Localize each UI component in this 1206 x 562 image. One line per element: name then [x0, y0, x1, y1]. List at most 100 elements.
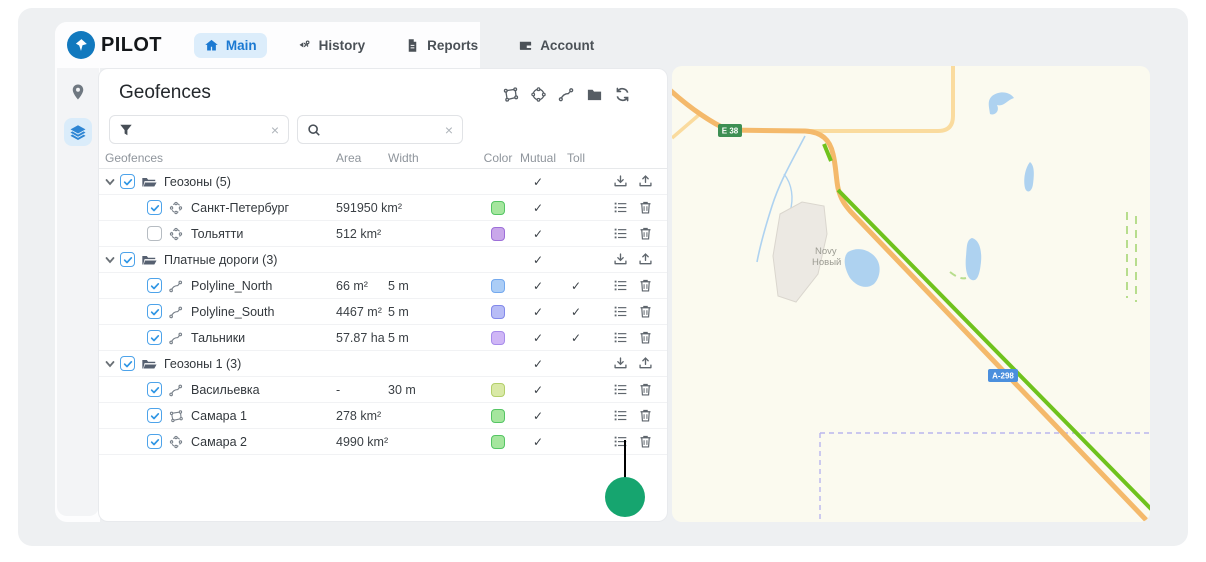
trash-icon[interactable]	[638, 330, 653, 345]
table-row[interactable]: Геозоны (5) ✓	[99, 169, 667, 195]
color-cell	[478, 382, 518, 397]
search-input[interactable]	[321, 122, 445, 137]
row-checkbox[interactable]	[120, 252, 135, 267]
annotation-pointer-line	[624, 440, 626, 478]
row-checkbox[interactable]	[120, 174, 135, 189]
column-header-color: Color	[483, 150, 513, 165]
table-row[interactable]: Платные дороги (3) ✓	[99, 247, 667, 273]
download-icon[interactable]	[613, 252, 628, 267]
row-checkbox[interactable]	[147, 278, 162, 293]
chevron-down-icon[interactable]	[104, 254, 116, 266]
mutual-check: ✓	[532, 330, 544, 345]
color-swatch[interactable]	[491, 304, 505, 319]
details-list-icon[interactable]	[613, 278, 628, 293]
details-list-icon[interactable]	[613, 200, 628, 215]
vegetation-dash-3	[949, 271, 967, 280]
sidebar-item-layers[interactable]	[64, 118, 92, 146]
filter-input[interactable]	[133, 122, 271, 137]
table-row[interactable]: Самара 2 4990 km² ✓	[99, 429, 667, 455]
geofence-label: Тальники	[191, 330, 246, 345]
chevron-down-icon[interactable]	[104, 176, 116, 188]
color-swatch[interactable]	[491, 278, 505, 293]
trash-icon[interactable]	[638, 200, 653, 215]
filter-clear-icon[interactable]: ×	[271, 123, 279, 137]
upload-icon[interactable]	[638, 174, 653, 189]
geofence-table-rows: Геозоны (5) ✓ Санкт-Петербург 591950 km² ✓ То…	[99, 169, 667, 455]
color-swatch[interactable]	[491, 226, 505, 241]
details-list-icon[interactable]	[613, 304, 628, 319]
color-swatch[interactable]	[491, 330, 505, 345]
details-list-icon[interactable]	[613, 408, 628, 423]
color-swatch[interactable]	[491, 408, 505, 423]
details-list-icon[interactable]	[613, 330, 628, 345]
table-row[interactable]: Polyline_North 66 m² 5 m ✓ ✓	[99, 273, 667, 299]
trash-icon[interactable]	[638, 278, 653, 293]
download-icon[interactable]	[613, 174, 628, 189]
sidebar-rail	[57, 68, 99, 516]
search-clear-icon[interactable]: ×	[445, 123, 453, 137]
row-actions	[594, 330, 667, 345]
chevron-down-icon[interactable]	[104, 358, 116, 370]
color-swatch[interactable]	[491, 434, 505, 449]
row-actions	[594, 252, 667, 267]
geofence-name-cell: Тальники	[99, 325, 336, 350]
geofence-label: Санкт-Петербург	[191, 200, 290, 215]
area-value: 4467 m²	[336, 304, 382, 319]
trash-icon[interactable]	[638, 408, 653, 423]
table-row[interactable]: Васильевка - 30 m ✓	[99, 377, 667, 403]
toll-check: ✓	[570, 330, 582, 345]
row-checkbox[interactable]	[147, 200, 162, 215]
geofence-name-cell: Polyline_North	[99, 273, 336, 298]
row-checkbox[interactable]	[147, 304, 162, 319]
nav-item-account[interactable]: Account	[508, 33, 604, 58]
color-swatch[interactable]	[491, 382, 505, 397]
trash-icon[interactable]	[638, 226, 653, 241]
polyline-tool-icon[interactable]	[558, 86, 575, 103]
panel-inputs: × ×	[109, 115, 463, 144]
svg-text:A-298: A-298	[992, 372, 1014, 381]
row-checkbox[interactable]	[147, 330, 162, 345]
table-header: Geofences Area Width Color Mutual Toll	[99, 147, 667, 169]
geofence-label: Васильевка	[191, 382, 260, 397]
polygon-tool-icon[interactable]	[502, 86, 519, 103]
table-row[interactable]: Тольятти 512 km² ✓	[99, 221, 667, 247]
trash-icon[interactable]	[638, 304, 653, 319]
trash-icon[interactable]	[638, 434, 653, 449]
folder-tool-icon[interactable]	[586, 86, 603, 103]
nav-item-reports[interactable]: Reports	[395, 33, 488, 58]
row-checkbox[interactable]	[120, 356, 135, 371]
search-icon	[307, 123, 321, 137]
upload-icon[interactable]	[638, 252, 653, 267]
toll-check: ✓	[570, 278, 582, 293]
upload-icon[interactable]	[638, 356, 653, 371]
trash-icon[interactable]	[638, 382, 653, 397]
table-row[interactable]: Самара 1 278 km² ✓	[99, 403, 667, 429]
sidebar-item-pin[interactable]	[64, 78, 92, 106]
brand-logo: PILOT	[67, 31, 162, 59]
table-row[interactable]: Polyline_South 4467 m² 5 m ✓ ✓	[99, 299, 667, 325]
color-swatch[interactable]	[491, 200, 505, 215]
table-row[interactable]: Санкт-Петербург 591950 km² ✓	[99, 195, 667, 221]
table-row[interactable]: Геозоны 1 (3) ✓	[99, 351, 667, 377]
details-list-icon[interactable]	[613, 382, 628, 397]
row-actions	[594, 304, 667, 319]
nav-item-main[interactable]: Main	[193, 32, 267, 58]
table-row[interactable]: Тальники 57.87 ha 5 m ✓ ✓	[99, 325, 667, 351]
nav-item-history[interactable]: History	[287, 33, 376, 58]
admin-boundary-dashed	[819, 432, 1150, 522]
refresh-icon[interactable]	[614, 86, 631, 103]
geofence-circle-icon	[168, 200, 184, 216]
search-input-wrap: ×	[297, 115, 463, 144]
row-checkbox[interactable]	[147, 408, 162, 423]
area-value: -	[336, 382, 341, 397]
row-checkbox[interactable]	[147, 226, 162, 241]
circle-tool-icon[interactable]	[530, 86, 547, 103]
brand-name: PILOT	[101, 33, 162, 56]
color-cell	[478, 304, 518, 319]
column-header-mutual: Mutual	[519, 150, 557, 165]
map-canvas[interactable]: E 38 A-298 Novy Новый	[672, 66, 1150, 522]
details-list-icon[interactable]	[613, 226, 628, 241]
row-checkbox[interactable]	[147, 434, 162, 449]
row-checkbox[interactable]	[147, 382, 162, 397]
download-icon[interactable]	[613, 356, 628, 371]
